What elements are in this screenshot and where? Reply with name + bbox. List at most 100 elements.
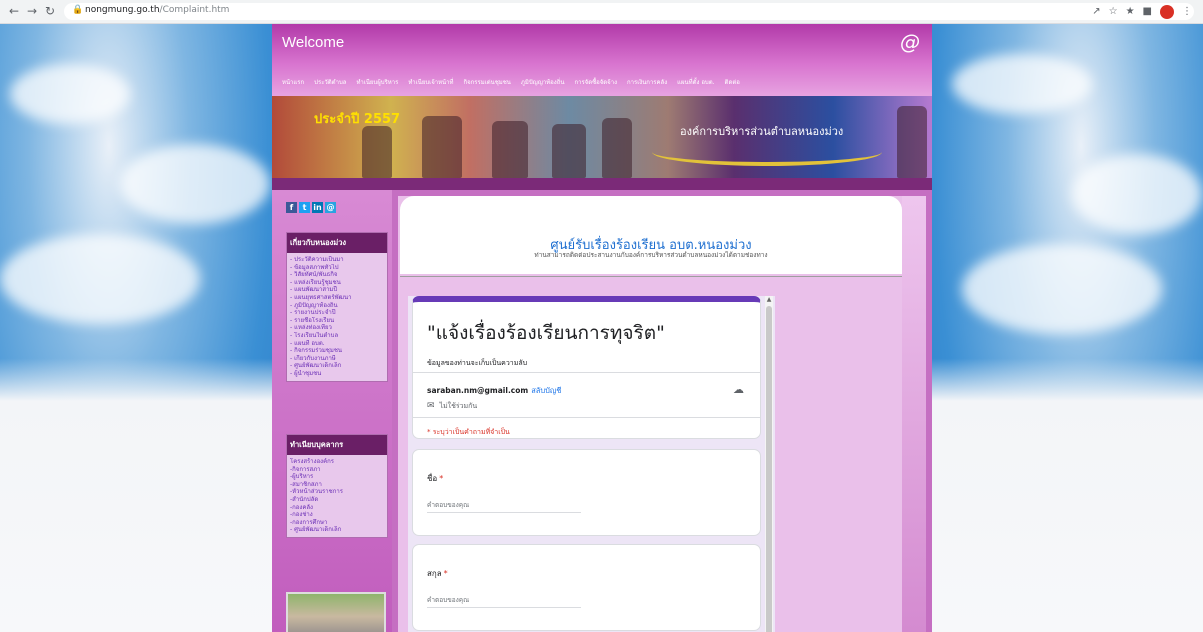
question-label-text: ชื่อ [427, 474, 438, 483]
sidebar-link-staff[interactable]: -หัวหน้าส่วนราชการ [290, 488, 384, 496]
sidebar-icon[interactable]: ■ [1143, 6, 1152, 17]
sidebar-link-about[interactable]: - แผนที่ อบต. [290, 340, 384, 348]
sidebar-link-about[interactable]: - แผนพัฒนาสามปี [290, 286, 384, 294]
form-title: "แจ้งเรื่องร้องเรียนการทุจริต" [427, 322, 665, 344]
forward-arrow-icon[interactable]: → [24, 3, 40, 19]
header-divider [272, 178, 932, 190]
header-banner-image: ประจำปี 2557 องค์การบริหารส่วนตำบลหนองม่… [272, 96, 932, 178]
page-background-left [0, 24, 272, 632]
sidebar-link-about[interactable]: - รายชื่อโรงเรียน [290, 317, 384, 325]
facebook-icon[interactable]: f [286, 202, 297, 213]
at-logo-icon: @ [900, 30, 920, 54]
required-note: * ระบุว่าเป็นคำถามที่จำเป็น [427, 428, 510, 436]
sidebar-photo [286, 592, 386, 632]
nav-item-procurement[interactable]: การจัดซื้อจัดจ้าง [574, 77, 617, 87]
sidebar-link-about[interactable]: - แผนยุทธศาสตร์พัฒนา [290, 294, 384, 302]
switch-account-link[interactable]: สลับบัญชี [531, 386, 561, 395]
firstname-input[interactable] [427, 498, 581, 513]
account-row: saraban.nm@gmail.com สลับบัญชี [427, 385, 561, 397]
divider [413, 372, 760, 373]
sidebar-link-staff[interactable]: -สำนักปลัด [290, 496, 384, 504]
scroll-up-arrow-icon[interactable]: ▲ [766, 296, 772, 304]
about-links: - ประวัติความเป็นมา - ข้อมูลสภาพทั่วไป - ว… [287, 253, 387, 381]
sidebar-link-about[interactable]: - ผู้นำชุมชน [290, 370, 384, 378]
back-arrow-icon[interactable]: ← [6, 3, 22, 19]
sidebar-link-staff[interactable]: -กองคลัง [290, 504, 384, 512]
nav-item-contact[interactable]: ติดต่อ [725, 77, 740, 87]
welcome-title: Welcome [282, 34, 345, 51]
sidebar-link-about[interactable]: - เกี่ยวกับงานภาษี [290, 355, 384, 363]
sidebar-link-staff[interactable]: -กองช่าง [290, 511, 384, 519]
url-path: /Complaint.htm [159, 5, 230, 15]
sidebar-link-about[interactable]: - ศูนย์พัฒนาเด็กเล็ก [290, 362, 384, 370]
sidebar-link-about[interactable]: - ประวัติความเป็นมา [290, 256, 384, 264]
account-email: saraban.nm@gmail.com [427, 386, 529, 395]
sidebar-link-staff[interactable]: โครงสร้างองค์กร [290, 458, 384, 466]
form-description: ข้อมูลของท่านจะเก็บเป็นความลับ [427, 359, 528, 367]
lastname-input[interactable] [427, 593, 581, 608]
staff-box: ทำเนียบบุคลากร โครงสร้างองค์กร -กิจการสภา… [286, 434, 388, 538]
required-asterisk: * [439, 474, 444, 483]
nav-item-activities[interactable]: กิจกรรมเด่นชุมชน [463, 77, 510, 87]
linkedin-icon[interactable]: in [312, 202, 323, 213]
reload-icon[interactable]: ↻ [42, 3, 58, 19]
nav-item-history[interactable]: ประวัติตำบล [314, 77, 346, 87]
main-content: ศูนย์รับเรื่องร้องเรียน อบต.หนองม่วง ท่า… [398, 196, 926, 632]
not-shared-text: ไม่ใช้ร่วมกัน [439, 402, 478, 410]
not-shared-icon: ✉ [427, 401, 435, 411]
divider [413, 417, 760, 418]
sidebar-link-about[interactable]: - ข้อมูลสภาพทั่วไป [290, 264, 384, 272]
social-links: f t in @ [286, 202, 336, 213]
nav-item-executives[interactable]: ทำเนียบผู้บริหาร [356, 77, 398, 87]
form-scrollbar[interactable]: ▲ [765, 296, 773, 632]
sidebar-link-staff[interactable]: -กิจการสภา [290, 466, 384, 474]
staff-heading: ทำเนียบบุคลากร [287, 435, 387, 455]
browser-toolbar: ← → ↻ 🔒 nongmung.go.th/Complaint.htm ↗ ☆… [0, 0, 1203, 24]
bookmark-star-icon[interactable]: ☆ [1109, 6, 1118, 17]
question-card-firstname: ชื่อ * [412, 449, 761, 536]
nav-item-map[interactable]: แผนที่ตั้ง อบต. [677, 77, 714, 87]
sidebar-link-staff[interactable]: -ผู้บริหาร [290, 473, 384, 481]
form-header-card: "แจ้งเรื่องร้องเรียนการทุจริต" ข้อมูลของ… [412, 296, 761, 439]
menu-dots-icon[interactable]: ⋮ [1182, 6, 1192, 17]
embedded-google-form: "แจ้งเรื่องร้องเรียนการทุจริต" ข้อมูลของ… [408, 296, 775, 632]
url-host: nongmung.go.th [85, 5, 160, 15]
question-label: ชื่อ * [427, 472, 443, 485]
page-background-right [932, 24, 1203, 632]
about-heading: เกี่ยวกับหนองม่วง [287, 233, 387, 253]
sidebar-link-about[interactable]: - รายงานประจำปี [290, 309, 384, 317]
nav-item-home[interactable]: หน้าแรก [282, 77, 304, 87]
share-icon[interactable]: ↗ [1092, 6, 1100, 17]
left-sidebar: f t in @ เกี่ยวกับหนองม่วง - ประวัติความ… [272, 190, 392, 632]
extensions-icon[interactable]: ★ [1126, 6, 1135, 17]
website-container: Welcome @ หน้าแรก ประวัติตำบล ทำเนียบผู้… [272, 24, 932, 632]
sidebar-link-about[interactable]: - ภูมิปัญญาท้องถิ่น [290, 302, 384, 310]
sidebar-link-staff[interactable]: -สมาชิกสภา [290, 481, 384, 489]
sidebar-link-staff[interactable]: -กองการศึกษา [290, 519, 384, 527]
banner-swoosh [652, 138, 882, 166]
sidebar-link-staff[interactable]: - ศูนย์พัฒนาเด็กเล็ก [290, 526, 384, 534]
not-shared-row: ✉ ไม่ใช้ร่วมกัน [427, 401, 477, 412]
nav-item-wisdom[interactable]: ภูมิปัญญาท้องถิ่น [521, 77, 565, 87]
banner-year-text: ประจำปี 2557 [314, 112, 401, 127]
scrollbar-thumb[interactable] [766, 306, 772, 632]
question-label-text: สกุล [427, 569, 442, 578]
nav-item-finance[interactable]: การเงินการคลัง [627, 77, 667, 87]
sidebar-link-about[interactable]: - แหล่งท่องเที่ยว [290, 324, 384, 332]
sidebar-link-about[interactable]: - กิจกรรมร่วมชุมชน [290, 347, 384, 355]
profile-avatar[interactable] [1160, 4, 1174, 19]
required-asterisk: * [443, 569, 448, 578]
nav-item-staff[interactable]: ทำเนียบเจ้าหน้าที่ [408, 77, 453, 87]
sidebar-link-about[interactable]: - โรงเรียนในตำบล [290, 332, 384, 340]
site-header: Welcome @ หน้าแรก ประวัติตำบล ทำเนียบผู้… [272, 24, 932, 96]
email-icon[interactable]: @ [325, 202, 336, 213]
sidebar-link-about[interactable]: - วิสัยทัศน์/พันธกิจ [290, 271, 384, 279]
address-bar[interactable]: 🔒 nongmung.go.th/Complaint.htm ↗ ☆ ★ ■ ⋮ [64, 3, 1194, 20]
twitter-icon[interactable]: t [299, 202, 310, 213]
sidebar-link-about[interactable]: - แหล่งเรียนรู้ชุมชน [290, 279, 384, 287]
page-subtitle: ท่านสามารถติดต่อประสานงานกับองค์การบริหา… [534, 251, 768, 259]
main-header-panel: ศูนย์รับเรื่องร้องเรียน อบต.หนองม่วง ท่า… [400, 196, 902, 274]
staff-links: โครงสร้างองค์กร -กิจการสภา -ผู้บริหาร -สมาช… [287, 455, 387, 537]
main-divider [400, 276, 902, 277]
right-decoration [902, 196, 926, 632]
